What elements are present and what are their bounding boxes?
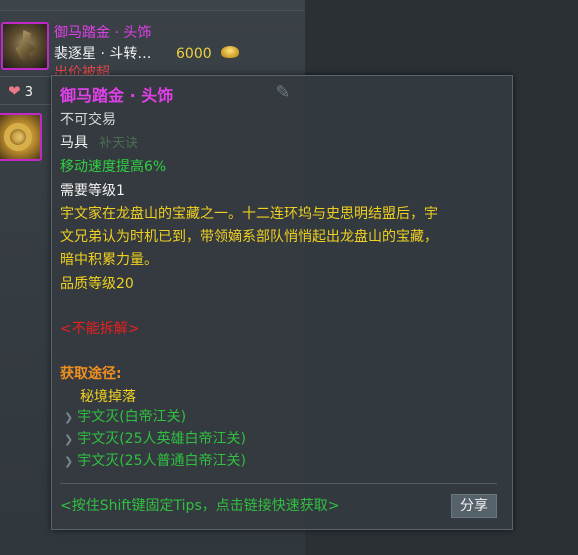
source-title: 获取途径: — [60, 366, 122, 382]
listing-bid-status: 出价被超 — [54, 65, 110, 75]
heart-icon: ❤ — [8, 82, 21, 100]
source-link-1[interactable]: ❯ 宇文灭(白帝江关) — [64, 407, 186, 428]
like-count: 3 — [24, 85, 33, 100]
pin-icon[interactable]: ✎ — [272, 82, 294, 104]
source-link-label: 宇文灭(25人英雄白帝江关) — [77, 431, 246, 447]
like-counter[interactable]: ❤ 3 — [8, 82, 33, 100]
arrow-right-icon: ❯ — [64, 433, 74, 446]
tradeable-status: 不可交易 — [60, 112, 116, 128]
list-header-bar — [0, 0, 305, 11]
required-level: 需要等级1 — [60, 183, 125, 199]
share-button[interactable]: 分享 — [451, 494, 497, 518]
quality-level: 品质等级20 — [60, 276, 134, 292]
tooltip-item-title: 御马踏金 · 头饰 — [60, 86, 174, 105]
ring-item-icon[interactable] — [0, 113, 42, 161]
row-divider — [0, 76, 52, 77]
headgear-item-icon[interactable] — [1, 22, 49, 70]
item-tooltip: 御马踏金 · 头饰 ✎ 不可交易 马具 补天诀 移动速度提高6% 需要等级1 宇… — [51, 75, 513, 530]
source-link-label: 宇文灭(25人普通白帝江关) — [77, 453, 246, 469]
tooltip-footer-hint: <按住Shift键固定Tips，点击链接快速获取> — [60, 498, 340, 514]
gold-ring-icon — [4, 123, 32, 151]
row-divider — [0, 104, 52, 105]
gold-ingot-icon — [221, 46, 239, 58]
arrow-right-icon: ❯ — [64, 411, 74, 424]
item-stat: 移动速度提高6% — [60, 159, 167, 175]
description-line: 暗中积累力量。 — [60, 252, 158, 268]
source-link-3[interactable]: ❯ 宇文灭(25人普通白帝江关) — [64, 451, 246, 472]
disassemble-status: <不能拆解> — [60, 321, 140, 337]
dragon-ornament-icon — [15, 30, 37, 64]
item-type: 马具 — [60, 135, 88, 151]
item-school: 补天诀 — [99, 136, 139, 151]
source-link-2[interactable]: ❯ 宇文灭(25人英雄白帝江关) — [64, 429, 246, 450]
description-line: 文兄弟认为时机已到，带领嫡系部队悄悄起出龙盘山的宝藏， — [60, 229, 438, 245]
tooltip-divider — [60, 483, 497, 484]
arrow-right-icon: ❯ — [64, 455, 74, 468]
source-category: 秘境掉落 — [80, 389, 136, 405]
source-link-label: 宇文灭(白帝江关) — [77, 409, 187, 425]
description-line: 宇文家在龙盘山的宝藏之一。十二连环坞与史思明结盟后，宇 — [60, 206, 438, 222]
listing-seller-name: 裴逐星 · 斗转… — [54, 46, 152, 62]
item-description: 宇文家在龙盘山的宝藏之一。十二连环坞与史思明结盟后，宇 文兄弟认为时机已到，带领… — [60, 204, 438, 270]
listing-item-name[interactable]: 御马踏金 · 头饰 — [54, 23, 151, 43]
listing-price: 6000 — [176, 46, 212, 62]
